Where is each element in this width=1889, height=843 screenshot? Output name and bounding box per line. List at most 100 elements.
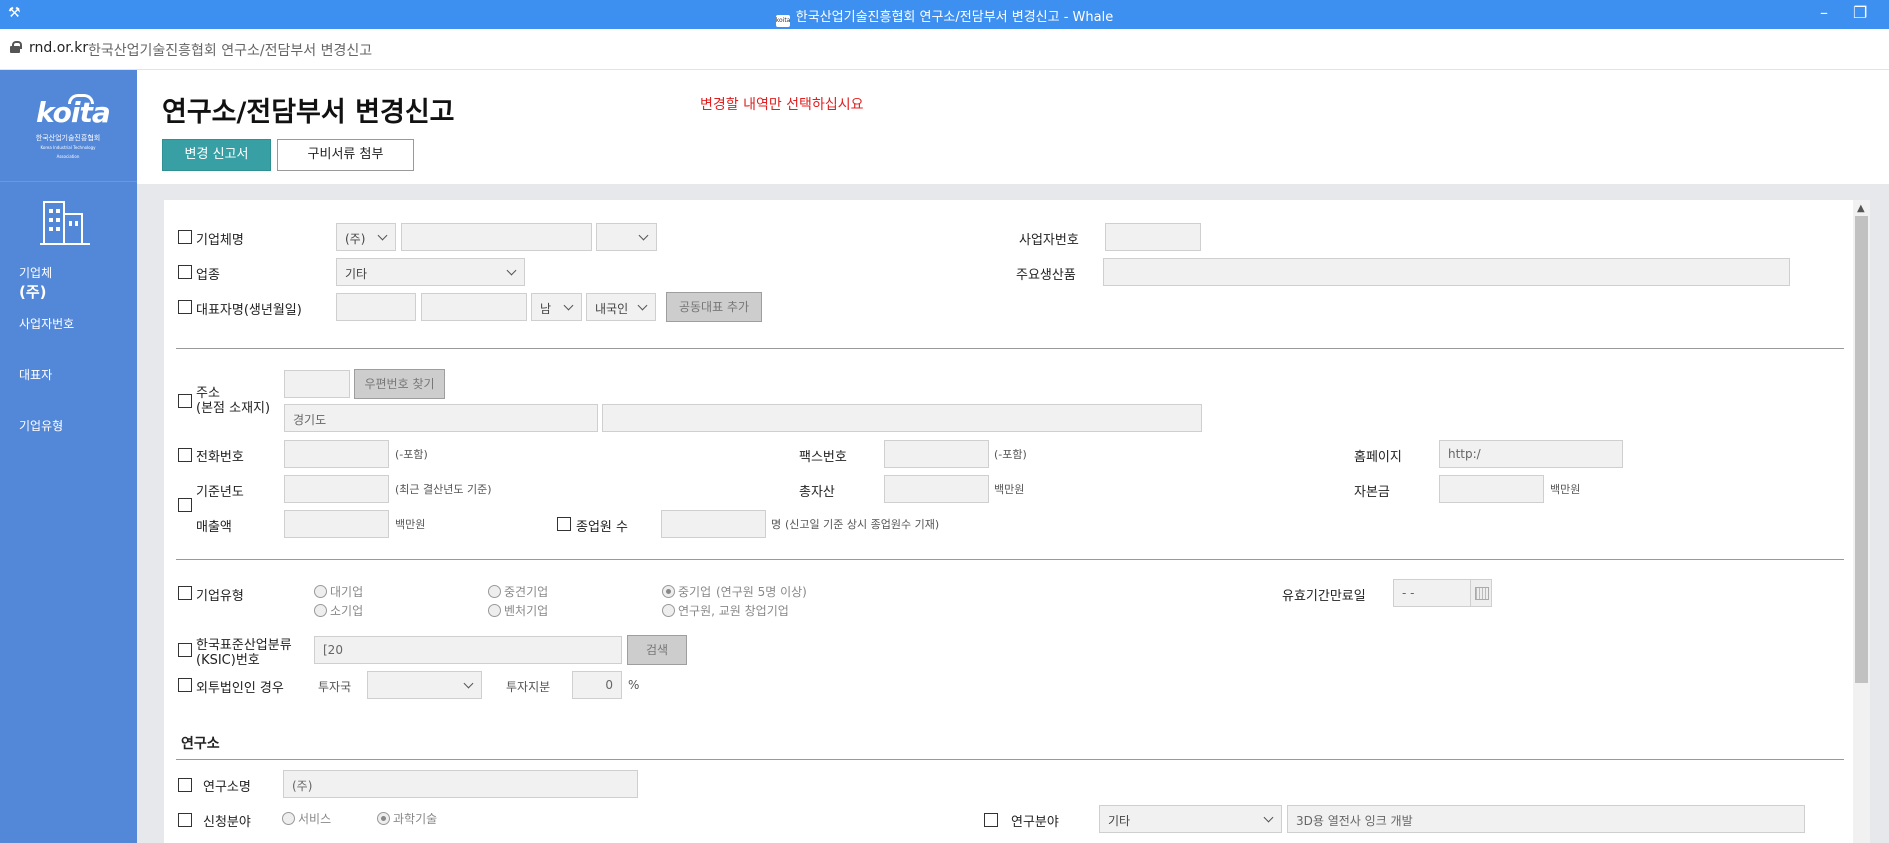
sidebar-company-type-label: 기업체 (19, 266, 53, 280)
chevron-down-icon (463, 678, 474, 689)
industry-select[interactable]: 기타 (336, 258, 525, 286)
address-province-input[interactable]: 경기도 (284, 404, 598, 432)
radio-science-tech-label: 과학기술 (393, 812, 438, 826)
url-text[interactable]: rnd.or.kr (29, 40, 88, 56)
koita-logo[interactable]: koita 한국산업기술진흥협회 Korea Industrial Technol… (0, 70, 137, 182)
representative-birth-input[interactable] (421, 293, 527, 321)
scrollbar-thumb[interactable] (1855, 216, 1868, 683)
restore-icon[interactable]: ❐ (1853, 3, 1867, 22)
section-divider (176, 559, 1844, 560)
browser-titlebar: ⚒ koita 한국산업기술진흥협회 연구소/전담부서 변경신고 - Whale … (0, 0, 1889, 29)
radio-small-company[interactable] (314, 604, 327, 617)
base-year-input[interactable] (284, 475, 389, 503)
ksic-search-button[interactable]: 검색 (627, 635, 687, 665)
sales-label: 매출액 (196, 520, 232, 535)
lab-name-input[interactable]: (주) (283, 770, 638, 798)
total-assets-input[interactable] (884, 475, 989, 503)
ksic-sublabel: (KSIC)번호 (196, 653, 260, 668)
address-checkbox[interactable] (178, 394, 192, 408)
medium-company-note: (연구원 5명 이상) (716, 585, 807, 599)
radio-startup-company-label: 연구원, 교원 창업기업 (678, 604, 789, 618)
business-number-input[interactable] (1105, 223, 1201, 251)
employees-input[interactable] (661, 510, 766, 538)
investor-country-select[interactable] (367, 671, 482, 699)
financials-checkbox[interactable] (178, 498, 192, 512)
logo-text: koita (36, 96, 111, 129)
radio-small-company-label: 소기업 (330, 604, 364, 618)
postcode-input[interactable] (284, 370, 350, 398)
scrollbar[interactable]: ▲ (1853, 200, 1870, 843)
capital-input[interactable] (1439, 475, 1544, 503)
expiry-label: 유효기간만료일 (1282, 589, 1366, 604)
ksic-input[interactable]: [20 (314, 636, 622, 664)
company-type-label: 기업유형 (196, 589, 244, 604)
industry-checkbox[interactable] (178, 265, 192, 279)
radio-science-tech[interactable] (377, 812, 390, 825)
foreign-checkbox[interactable] (178, 678, 192, 692)
company-suffix-select[interactable] (596, 223, 657, 251)
add-co-representative-button[interactable]: 공동대표 추가 (666, 292, 762, 322)
nationality-select[interactable]: 내국인 (586, 293, 656, 321)
homepage-input[interactable]: http:/ (1439, 440, 1623, 468)
calendar-icon[interactable] (1470, 579, 1492, 607)
total-assets-label: 총자산 (799, 485, 835, 500)
investor-country-label: 투자국 (318, 680, 352, 694)
lab-name-checkbox[interactable] (178, 778, 192, 792)
employees-checkbox[interactable] (557, 517, 571, 531)
radio-venture-company[interactable] (488, 604, 501, 617)
research-field-input[interactable]: 3D용 열전사 잉크 개발 (1287, 805, 1805, 833)
sales-input[interactable] (284, 510, 389, 538)
find-postcode-button[interactable]: 우편번호 찾기 (354, 369, 445, 399)
chevron-down-icon (377, 230, 388, 241)
research-field-label: 연구분야 (1011, 815, 1059, 830)
sales-unit: 백만원 (395, 518, 426, 531)
company-prefix-value: (주) (345, 232, 366, 246)
gender-select[interactable]: 남 (531, 293, 582, 321)
company-name-checkbox[interactable] (178, 230, 192, 244)
address-bar[interactable]: rnd.or.kr 한국산업기술진흥협회 연구소/전담부서 변경신고 (0, 29, 1889, 70)
sidebar-item-company-type[interactable]: 기업유형 (19, 417, 63, 434)
investment-share-input[interactable]: 0 (572, 671, 622, 699)
company-name-label: 기업체명 (196, 233, 244, 248)
radio-midsize-company[interactable] (488, 585, 501, 598)
fax-input[interactable] (884, 440, 989, 468)
radio-startup-company[interactable] (662, 604, 675, 617)
section-divider (176, 759, 1844, 760)
address-detail-input[interactable] (602, 404, 1202, 432)
foreign-label: 외투법인인 경우 (196, 681, 284, 696)
expiry-input[interactable]: - - (1393, 579, 1471, 607)
minimize-icon[interactable]: – (1820, 3, 1828, 22)
lab-name-label: 연구소명 (203, 780, 251, 795)
sidebar-item-business-number[interactable]: 사업자번호 (19, 315, 74, 332)
representative-name-input[interactable] (336, 293, 416, 321)
radio-large-company[interactable] (314, 585, 327, 598)
scroll-up-icon[interactable]: ▲ (1857, 203, 1865, 214)
representative-checkbox[interactable] (178, 300, 192, 314)
address-sublabel: (본점 소재지) (196, 401, 271, 416)
page-header: 연구소/전담부서 변경신고 변경할 내역만 선택하십시요 변경 신고서 구비서류… (137, 70, 1889, 184)
nationality-select-value: 내국인 (595, 302, 629, 316)
ksic-checkbox[interactable] (178, 643, 192, 657)
tab-documents[interactable]: 구비서류 첨부 (277, 139, 414, 171)
company-prefix-select[interactable]: (주) (336, 223, 396, 251)
tab-change-report[interactable]: 변경 신고서 (162, 139, 271, 171)
radio-large-company-label: 대기업 (330, 585, 364, 599)
company-type-checkbox[interactable] (178, 586, 192, 600)
phone-checkbox[interactable] (178, 448, 192, 462)
research-field-checkbox[interactable] (984, 813, 998, 827)
research-field-select-value: 기타 (1108, 814, 1131, 828)
fax-label: 팩스번호 (799, 450, 847, 465)
capital-label: 자본금 (1354, 485, 1390, 500)
radio-medium-company[interactable] (662, 585, 675, 598)
phone-input[interactable] (284, 440, 389, 468)
chevron-down-icon (1263, 812, 1274, 823)
employees-unit: 명 (771, 518, 782, 531)
radio-service[interactable] (282, 812, 295, 825)
apply-field-checkbox[interactable] (178, 813, 192, 827)
phone-hint: (-포함) (395, 448, 428, 461)
sidebar-item-representative[interactable]: 대표자 (19, 366, 52, 383)
company-name-input[interactable] (401, 223, 592, 251)
homepage-label: 홈페이지 (1354, 450, 1402, 465)
research-field-select[interactable]: 기타 (1099, 805, 1282, 833)
main-product-input[interactable] (1103, 258, 1790, 286)
